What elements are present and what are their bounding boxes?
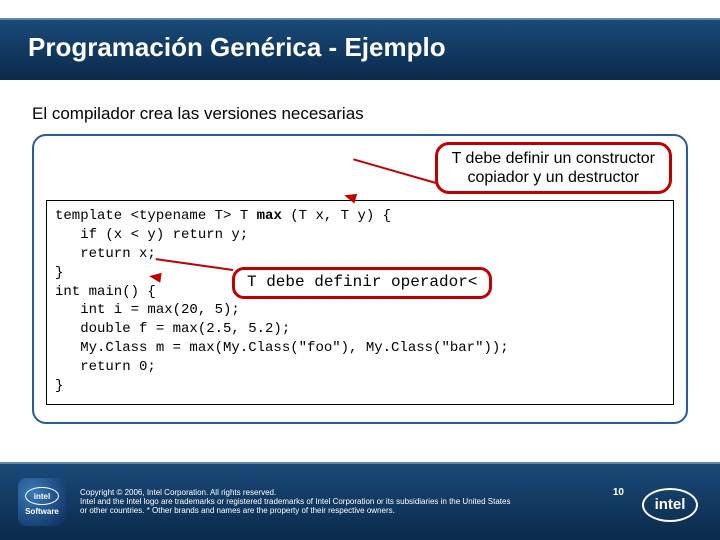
code-line: if (x < y) return y;: [55, 226, 665, 245]
code-line: template <typename T> T max (T x, T y) {: [55, 207, 665, 226]
code-block: template <typename T> T max (T x, T y) {…: [46, 200, 674, 405]
callout-line: T debe definir un constructor: [452, 149, 655, 168]
copyright-line: or other countries. * Other brands and n…: [80, 506, 720, 515]
code-line: }: [55, 377, 665, 396]
code-line: int i = max(20, 5);: [55, 301, 665, 320]
slide-title: Programación Genérica - Ejemplo: [0, 20, 720, 63]
header-bar: Programación Genérica - Ejemplo: [0, 18, 720, 80]
intel-logo-icon: intel: [642, 488, 698, 522]
code-line: return x;: [55, 245, 665, 264]
footer: intel Software Copyright © 2006, Intel C…: [0, 462, 720, 540]
logo-text: intel: [25, 487, 59, 505]
callout-line: copiador y un destructor: [452, 168, 655, 187]
callout-operator: T debe definir operador<: [232, 267, 492, 299]
copyright-line: Intel and the Intel logo are trademarks …: [80, 497, 720, 506]
code-line: My.Class m = max(My.Class("foo"), My.Cla…: [55, 339, 665, 358]
copyright-line: Copyright © 2006, Intel Corporation. All…: [80, 488, 720, 497]
callout-constructor: T debe definir un constructor copiador y…: [435, 142, 672, 194]
logo-subtext: Software: [25, 507, 59, 516]
arrow-icon: [353, 158, 436, 184]
code-line: return 0;: [55, 358, 665, 377]
intel-software-logo-icon: intel Software: [18, 478, 66, 526]
content-box: T debe definir un constructor copiador y…: [32, 134, 688, 424]
subtitle: El compilador crea las versiones necesar…: [0, 80, 720, 130]
arrow-icon: [148, 271, 161, 283]
code-line: double f = max(2.5, 5.2);: [55, 320, 665, 339]
page-number: 10: [613, 487, 624, 499]
